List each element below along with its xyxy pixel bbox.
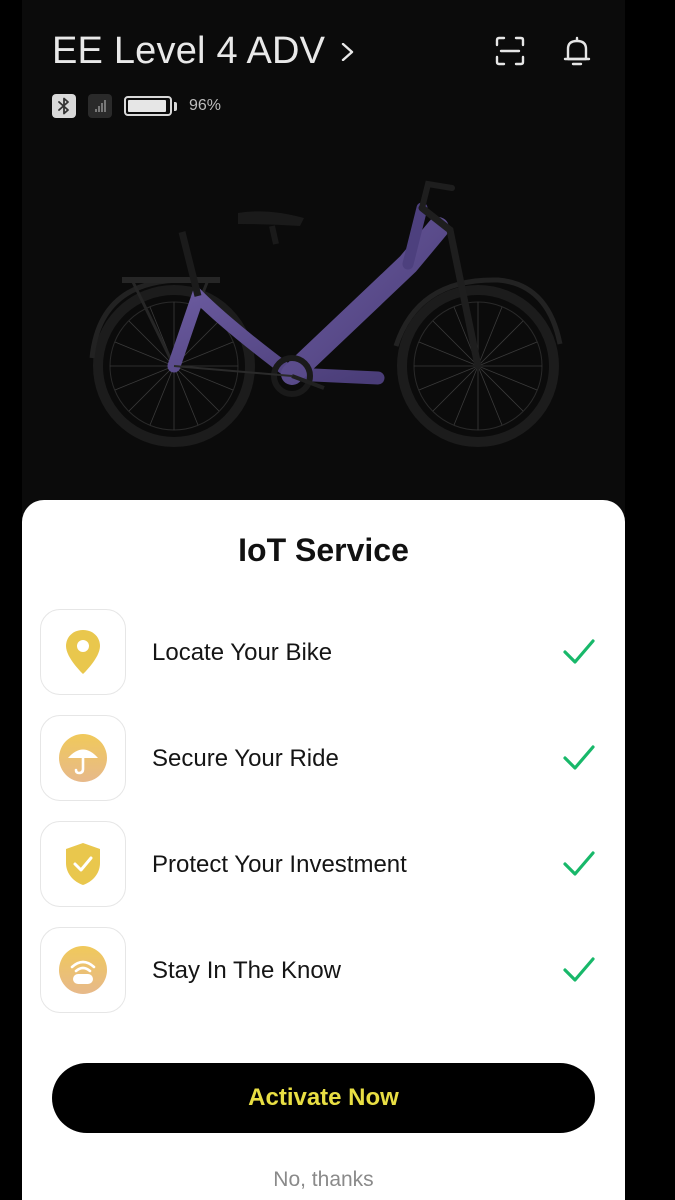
bike-image [89,180,563,447]
bell-icon[interactable] [560,34,594,68]
sheet-title: IoT Service [238,532,409,568]
feature-label: Protect Your Investment [152,851,407,878]
bluetooth-icon [52,94,76,118]
no-thanks-link[interactable]: No, thanks [22,1168,625,1192]
app-screen: EE Level 4 ADV 96% IoT Service Locate Yo… [22,0,625,1200]
battery-icon [124,96,177,116]
checkmark-icon [563,639,595,664]
battery-fill [128,100,167,112]
checkmark-icon [563,851,595,876]
feature-label: Stay In The Know [152,957,341,984]
feature-label: Secure Your Ride [152,745,339,772]
feature-label: Locate Your Bike [152,639,333,666]
feature-row-protect: Protect Your Investment [40,821,610,911]
feature-row-locate: Locate Your Bike [40,609,610,699]
activate-now-button[interactable]: Activate Now [52,1063,595,1133]
iot-service-sheet: IoT Service Locate Your Bike Secure Your… [22,500,625,1200]
checkmark-icon [563,957,595,982]
notification-icon [40,927,126,1013]
battery-percent: 96% [189,97,222,114]
signal-icon [88,94,112,118]
location-pin-icon [40,609,126,695]
scan-icon[interactable] [493,34,527,68]
bike-name: EE Level 4 ADV [52,30,326,72]
feature-row-secure: Secure Your Ride [40,715,610,805]
connection-status: 96% [52,94,221,118]
checkmark-icon [563,745,595,770]
shield-check-icon [40,821,126,907]
bike-name-selector[interactable]: EE Level 4 ADV [52,30,357,73]
umbrella-icon [40,715,126,801]
feature-row-know: Stay In The Know [40,927,610,1017]
chevron-right-icon [341,42,354,61]
